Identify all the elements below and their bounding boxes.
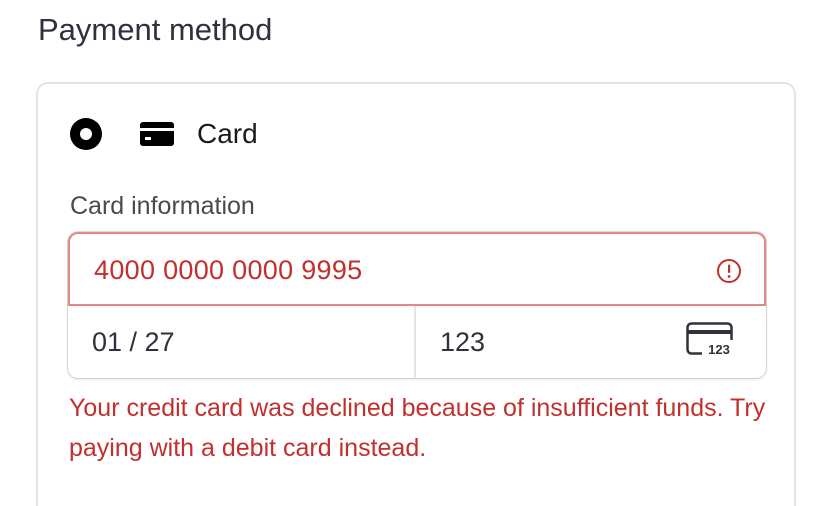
- card-radio-button[interactable]: [70, 118, 102, 150]
- card-option-label[interactable]: Card: [197, 116, 258, 152]
- card-number-value: 4000 0000 0000 9995: [94, 255, 363, 285]
- card-information-field-group: 4000 0000 0000 9995 01 / 27 123 123: [68, 232, 766, 378]
- cvc-value: 123: [440, 327, 486, 357]
- payment-page: Payment method Card Card information 400…: [0, 0, 832, 506]
- card-number-field[interactable]: 4000 0000 0000 9995: [68, 232, 766, 306]
- expiry-date-field[interactable]: 01 / 27: [68, 306, 416, 378]
- cvc-icon-text: 123: [708, 342, 730, 357]
- alert-circle-icon: [717, 259, 741, 283]
- card-information-label: Card information: [70, 192, 255, 220]
- expiry-date-value: 01 / 27: [92, 327, 175, 357]
- card-cvc-icon: 123: [686, 322, 736, 358]
- card-error-message: Your credit card was declined because of…: [69, 394, 766, 462]
- cvc-field[interactable]: 123 123: [416, 306, 766, 378]
- section-title: Payment method: [38, 12, 273, 47]
- credit-card-icon: [140, 122, 174, 146]
